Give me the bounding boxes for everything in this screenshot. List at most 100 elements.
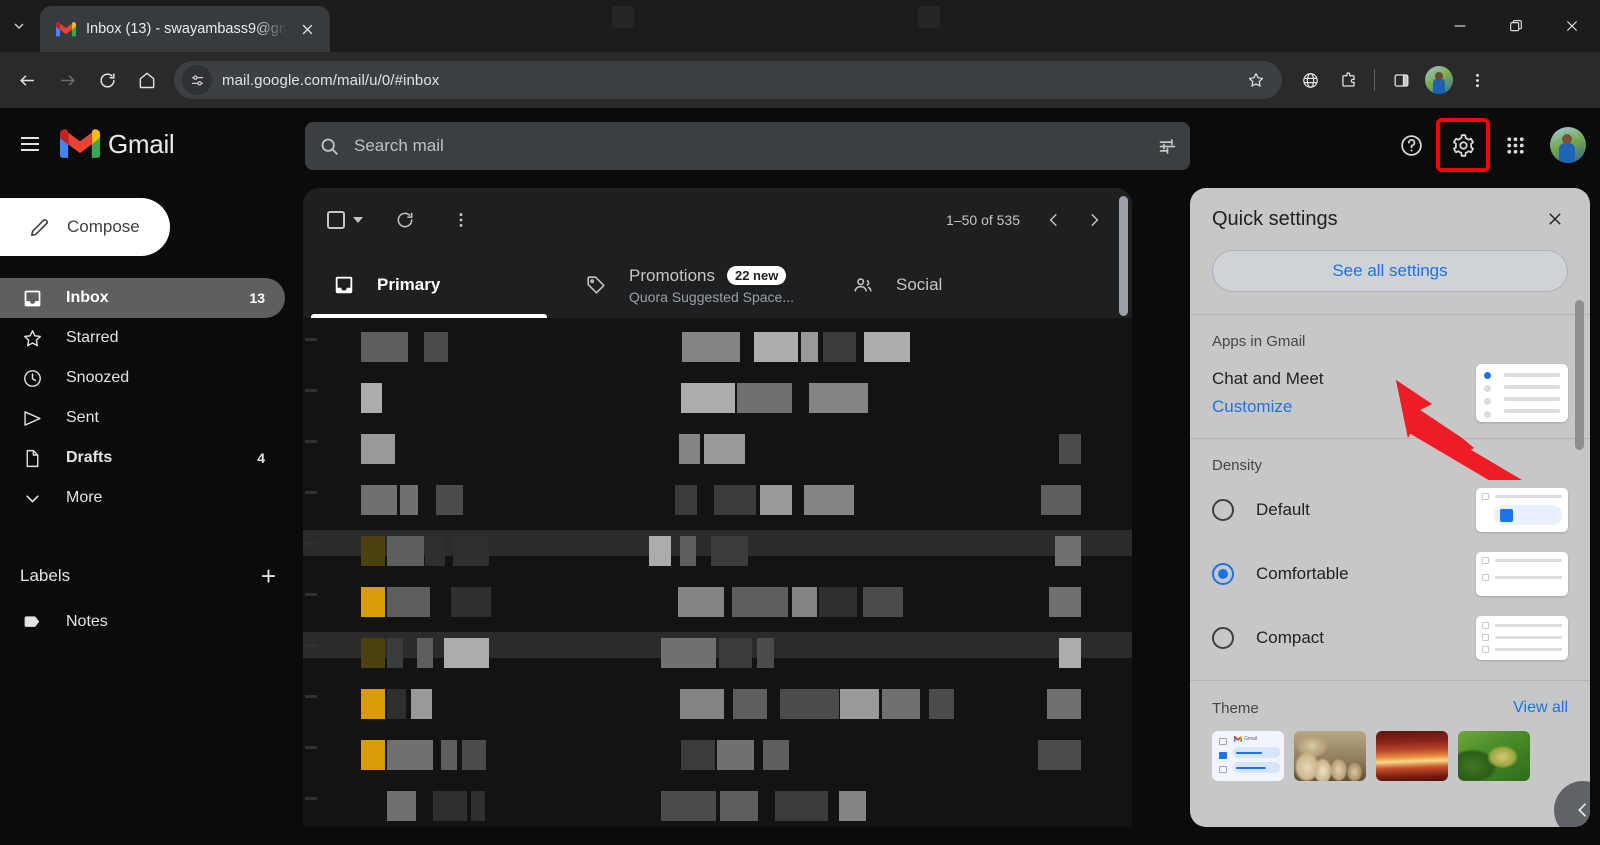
email-sender-blurred [387,638,403,668]
email-row-checkbox-blurred[interactable] [305,542,317,545]
density-option-default[interactable]: Default [1212,488,1568,532]
sidebar-item-drafts[interactable]: Drafts 4 [0,438,285,478]
mail-list-toolbar: 1–50 of 535 [303,188,1132,252]
home-icon[interactable] [128,61,166,99]
extensions-icon[interactable] [1330,62,1366,98]
email-star-blurred[interactable] [361,536,385,566]
settings-gear-icon[interactable] [1436,118,1490,172]
minimize-icon[interactable] [1432,0,1488,52]
gmail-sidebar: Compose Inbox 13 Starred Snoozed Sent Dr… [0,180,300,845]
mail-list-scrollbar[interactable] [1119,196,1128,316]
help-icon[interactable] [1388,122,1434,168]
chevron-down-icon[interactable] [353,217,363,223]
tab-social[interactable]: Social [822,252,1072,318]
email-subject-blurred [649,536,671,566]
gmail-brand[interactable]: Gmail [60,129,175,160]
search-input[interactable]: Search mail [354,136,1143,156]
radio-button[interactable] [1212,499,1234,521]
email-row-checkbox-blurred[interactable] [305,695,317,698]
bookmark-star-icon[interactable] [1240,64,1272,96]
inbox-icon [20,288,44,309]
globe-icon[interactable] [1292,62,1328,98]
blurred-email-rows [303,318,1132,827]
sidebar-item-starred[interactable]: Starred [0,318,285,358]
quick-settings-scrollbar[interactable] [1575,300,1584,450]
email-sender-blurred [417,638,433,668]
next-page-button[interactable] [1074,200,1114,240]
collapse-panel-button[interactable] [1554,781,1590,827]
close-icon[interactable] [296,18,318,40]
more-menu-icon[interactable] [1459,62,1495,98]
back-icon[interactable] [8,61,46,99]
compose-button[interactable]: Compose [0,198,170,256]
sidebar-item-sent[interactable]: Sent [0,398,285,438]
refresh-icon[interactable] [385,200,425,240]
mail-category-tabs: Primary Promotions 22 new Quora Suggeste… [303,252,1132,318]
density-section: Density Default Comfortable Compact [1190,439,1590,680]
window-close-icon[interactable] [1544,0,1600,52]
theme-header: Theme View all [1190,699,1590,717]
prev-page-button[interactable] [1034,200,1074,240]
side-panel-icon[interactable] [1383,62,1419,98]
email-subject-blurred [839,791,866,821]
customize-link[interactable]: Customize [1212,397,1476,417]
restore-icon[interactable] [1488,0,1544,52]
sidebar-item-snoozed[interactable]: Snoozed [0,358,285,398]
address-bar[interactable]: mail.google.com/mail/u/0/#inbox [174,61,1282,99]
sidebar-item-inbox[interactable]: Inbox 13 [0,278,285,318]
email-sender-blurred [387,587,430,617]
density-option-comfortable[interactable]: Comfortable [1212,552,1568,596]
search-mail-bar[interactable]: Search mail [305,122,1190,170]
reload-icon[interactable] [88,61,126,99]
gmail-header-actions [1388,118,1586,172]
email-star-blurred[interactable] [361,638,385,668]
select-all-checkbox[interactable] [321,205,369,235]
browser-tab[interactable]: Inbox (13) - swayambass9@gm [40,6,330,52]
radio-button[interactable] [1212,627,1234,649]
toolbar-divider [1374,69,1375,91]
more-vert-icon[interactable] [441,200,481,240]
email-star-blurred[interactable] [361,587,385,617]
email-star-blurred[interactable] [361,740,385,770]
theme-default[interactable]: Gmail [1212,731,1284,781]
thumbnail-dot [1483,372,1491,379]
email-row-checkbox-blurred[interactable] [305,593,317,596]
account-avatar[interactable] [1550,127,1586,163]
see-all-settings-button[interactable]: See all settings [1212,250,1568,292]
tab-search-chevron-icon[interactable] [0,0,38,52]
thumbnail-dot [1483,385,1491,392]
chat-and-meet-row: Chat and Meet Customize [1212,364,1568,422]
theme-leaf[interactable] [1458,731,1530,781]
email-row-checkbox-blurred[interactable] [305,644,317,647]
email-row-checkbox-blurred[interactable] [305,797,317,800]
tab-promotions[interactable]: Promotions 22 new Quora Suggested Space.… [555,252,822,318]
theme-canyon[interactable] [1376,731,1448,781]
hamburger-icon[interactable] [6,120,54,168]
search-options-icon[interactable] [1157,136,1178,157]
sidebar-item-notes[interactable]: Notes [0,602,285,642]
forward-icon[interactable] [48,61,86,99]
theme-chess[interactable] [1294,731,1366,781]
email-row-checkbox-blurred[interactable] [305,491,317,494]
tab-badge: 22 new [726,266,787,285]
email-row-checkbox-blurred[interactable] [305,746,317,749]
search-icon [319,136,340,157]
mail-list-rows-blurred[interactable] [303,318,1132,827]
profile-avatar[interactable] [1425,66,1453,94]
sidebar-item-more[interactable]: More [0,478,285,518]
section-title: Density [1212,457,1263,474]
tune-icon[interactable] [182,65,212,95]
density-option-compact[interactable]: Compact [1212,616,1568,660]
radio-button[interactable] [1212,563,1234,585]
close-icon[interactable] [1538,202,1572,236]
email-star-blurred[interactable] [361,689,385,719]
google-apps-icon[interactable] [1492,122,1538,168]
email-sender-blurred [361,485,397,515]
email-row-checkbox-blurred[interactable] [305,440,317,443]
tab-primary[interactable]: Primary [303,252,555,318]
view-all-themes-link[interactable]: View all [1513,699,1568,717]
add-label-button[interactable]: + [261,563,276,589]
email-date-blurred [1059,434,1081,464]
email-row-checkbox-blurred[interactable] [305,338,317,341]
email-row-checkbox-blurred[interactable] [305,389,317,392]
